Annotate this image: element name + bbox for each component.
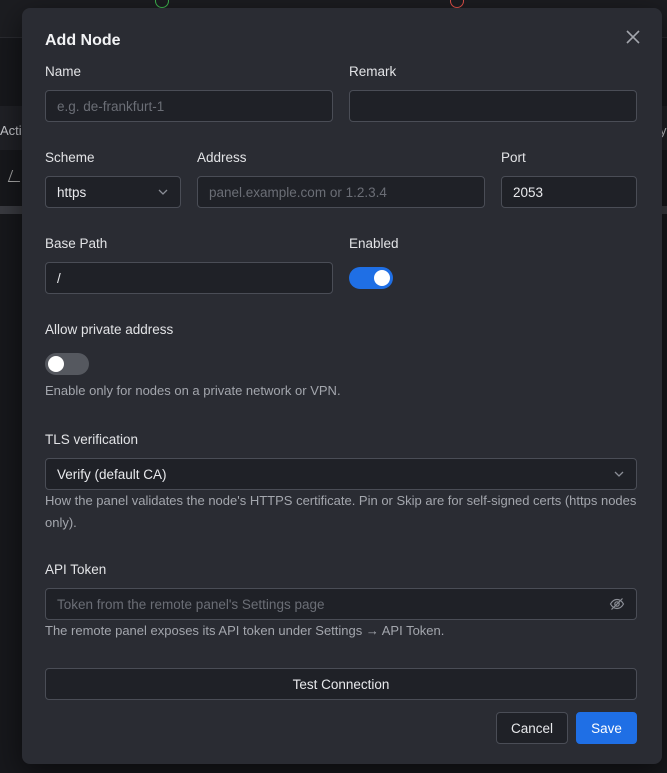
address-label: Address [197,150,247,165]
enabled-toggle[interactable] [349,267,393,289]
allow-private-hint: Enable only for nodes on a private netwo… [45,383,341,398]
address-input[interactable] [197,176,485,208]
remark-input[interactable] [349,90,637,122]
base-path-input[interactable] [45,262,333,294]
chevron-down-icon [158,189,168,195]
remark-label: Remark [349,64,397,79]
name-label: Name [45,64,82,79]
name-input[interactable] [45,90,333,122]
base-path-label: Base Path [45,236,108,251]
close-button[interactable] [624,28,642,46]
enabled-label: Enabled [349,236,399,251]
background-column-fragment: Acti [0,123,22,138]
tls-select[interactable]: Verify (default CA) [45,458,637,490]
allow-private-toggle[interactable] [45,353,89,375]
add-node-modal: Add Node Name Remark Scheme https Addres… [22,8,662,764]
tls-value: Verify (default CA) [57,466,167,482]
tls-label: TLS verification [45,432,139,447]
cancel-button[interactable]: Cancel [496,712,568,744]
close-icon [626,30,640,44]
chevron-down-icon [614,471,624,477]
port-label: Port [501,150,526,165]
api-token-label: API Token [45,562,107,577]
test-connection-button[interactable]: Test Connection [45,668,637,700]
scheme-value: https [57,184,87,200]
toggle-knob [374,270,390,286]
api-token-wrapper [45,588,637,620]
api-token-hint: The remote panel exposes its API token u… [45,623,445,638]
toggle-knob [48,356,64,372]
save-button[interactable]: Save [576,712,637,744]
modal-title: Add Node [45,32,121,49]
scheme-select[interactable]: https [45,176,181,208]
port-input[interactable] [501,176,637,208]
tls-hint: How the panel validates the node's HTTPS… [45,493,637,530]
allow-private-label: Allow private address [45,322,174,337]
api-token-input[interactable] [45,588,637,620]
eye-off-icon[interactable] [609,596,625,612]
scheme-label: Scheme [45,150,95,165]
